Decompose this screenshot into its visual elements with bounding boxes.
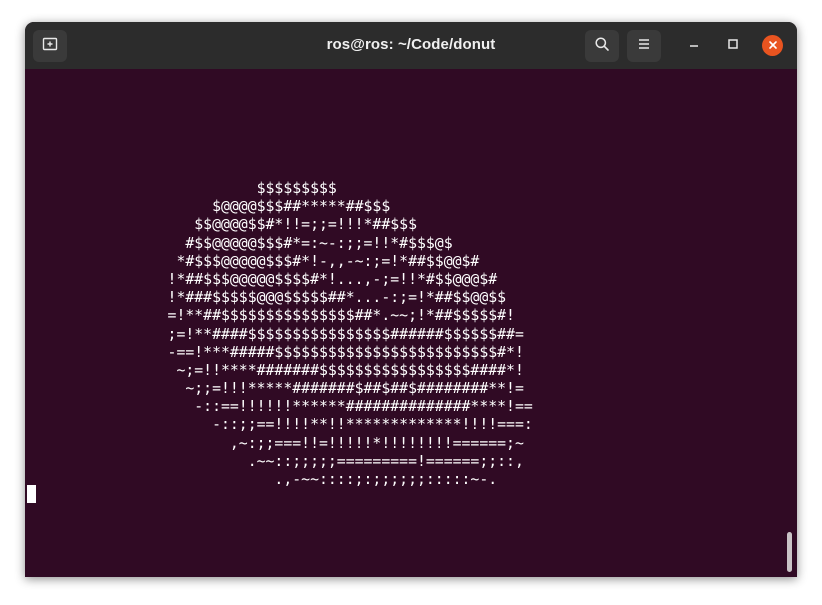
output-line: !*###$$$$$@@@$$$$$##*...-:;=!*##$$@@$$ — [25, 289, 507, 307]
output-line: $@@@@$$$##*****##$$$ — [25, 198, 391, 216]
output-line: =!**##$$$$$$$$$$$$$$$##*.~~;!*##$$$$$#! — [25, 307, 515, 325]
maximize-button[interactable] — [720, 33, 746, 59]
minimize-button[interactable] — [681, 33, 707, 59]
output-line: -::==!!!!!!******##############****!== — [25, 398, 533, 416]
terminal-content[interactable]: $$$$$$$$$ $@@@@$$$##*****##$$$ $$@@@@$$#… — [25, 69, 797, 577]
output-line: .~~::;;;;;=========!======;;::, — [25, 452, 524, 470]
output-line: $$$$$$$$$ — [25, 180, 337, 197]
output-line: ,~:;;===!!=!!!!!*!!!!!!!!======;~ — [25, 434, 524, 452]
output-line: -==!***#####$$$$$$$$$$$$$$$$$$$$$$$$$#*! — [25, 343, 524, 361]
minimize-icon — [688, 37, 700, 55]
terminal-window: ros@ros: ~/Code/donut $$$$$$$$$ $@@@@$$$… — [25, 22, 797, 577]
titlebar: ros@ros: ~/Code/donut — [25, 22, 797, 69]
output-line: !*##$$$@@@@@$$$$#*!...,-;=!!*#$$@@@$# — [25, 270, 498, 288]
terminal-output: $$$$$$$$$ $@@@@$$$##*****##$$$ $$@@@@$$#… — [25, 180, 533, 489]
hamburger-menu-icon — [637, 37, 651, 56]
text-cursor — [27, 485, 36, 503]
close-button[interactable] — [762, 35, 783, 56]
output-line: ~;;=!!!*****#######$##$##$########**!= — [25, 380, 524, 398]
output-line: -::;;==!!!!**!!*************!!!!===: — [25, 416, 533, 434]
output-line: .,-~~::::;:;;;;;;:::::~-. — [25, 471, 498, 488]
output-line: $$@@@@$$#*!!=;;=!!!*##$$$ — [25, 216, 417, 234]
output-line: *#$$$@@@@@$$$#*!-,,-~:;=!*##$$@@$# — [25, 252, 480, 270]
search-button[interactable] — [585, 30, 619, 62]
search-icon — [594, 36, 610, 57]
menu-button[interactable] — [627, 30, 661, 62]
output-line: ;=!**####$$$$$$$$$$$$$$$$######$$$$$$##= — [25, 325, 524, 343]
output-line: #$$@@@@@$$$#*=:~-:;;=!!*#$$$@$ — [25, 234, 453, 252]
maximize-icon — [727, 37, 739, 55]
scrollbar[interactable] — [787, 532, 792, 572]
close-icon — [768, 37, 778, 55]
output-line: ~;=!!****#######$$$$$$$$$$$$$$$$$####*! — [25, 361, 524, 379]
